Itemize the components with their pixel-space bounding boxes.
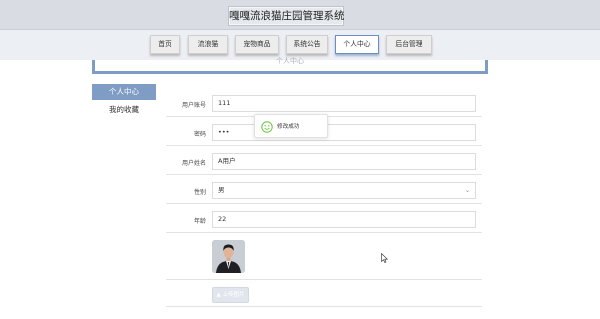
sidebar-item-personal-center[interactable]: 个人中心: [92, 84, 156, 100]
age-label: 年龄: [193, 218, 206, 225]
success-toast: 修改成功: [254, 114, 328, 138]
account-input[interactable]: 111: [212, 95, 476, 112]
nav-item-admin[interactable]: 后台管理: [386, 35, 432, 54]
nav-item-home[interactable]: 首页: [150, 35, 180, 54]
name-input[interactable]: A用户: [212, 153, 476, 170]
row-divider: [166, 279, 482, 280]
account-label: 用户账号: [181, 102, 206, 109]
sidebar-item-favorites[interactable]: 我的收藏: [92, 103, 156, 117]
gender-label: 性别: [193, 189, 206, 196]
toast-message: 修改成功: [277, 124, 300, 130]
gender-value: 男: [218, 186, 225, 194]
row-divider: [166, 174, 482, 175]
mouse-cursor-icon: [381, 253, 389, 263]
nav-item-announcements[interactable]: 系统公告: [286, 35, 328, 54]
row-divider: [166, 145, 482, 146]
upload-button-label: 上传图片: [222, 292, 245, 298]
nav-item-stray-cats[interactable]: 流浪猫: [188, 35, 228, 54]
row-divider: [166, 232, 482, 233]
gender-select[interactable]: 男 ⌄: [212, 182, 476, 199]
age-input[interactable]: 22: [212, 211, 476, 228]
upload-image-button[interactable]: ▲ 上传图片: [212, 287, 249, 303]
row-divider: [166, 306, 482, 307]
password-label: 密码: [193, 131, 206, 138]
nav-item-pet-products[interactable]: 宠物商品: [235, 35, 279, 54]
avatar: [212, 240, 245, 273]
nav-item-personal-center[interactable]: 个人中心: [335, 35, 379, 54]
name-label: 用户姓名: [181, 160, 206, 167]
upload-icon: ▲: [216, 292, 221, 298]
site-title: 嘎嘎流浪猫庄园管理系统: [228, 6, 345, 26]
password-input[interactable]: •••: [212, 124, 476, 141]
chevron-down-icon: ⌄: [464, 187, 470, 194]
panel-title: 个人中心: [276, 57, 304, 65]
smile-icon: [261, 121, 273, 133]
row-divider: [166, 203, 482, 204]
